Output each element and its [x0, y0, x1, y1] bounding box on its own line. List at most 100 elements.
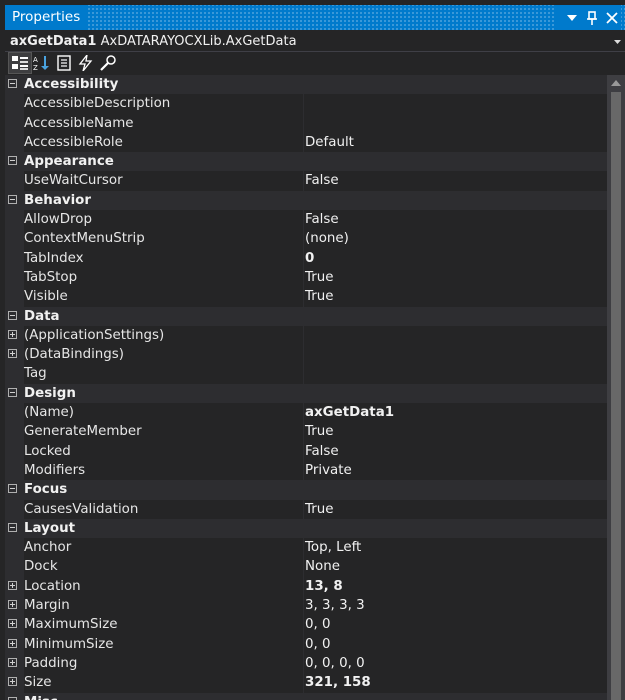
expand-icon[interactable]	[8, 580, 17, 590]
column-splitter[interactable]	[303, 345, 304, 365]
expand-icon[interactable]	[8, 600, 17, 610]
properties-icon[interactable]	[53, 53, 75, 73]
property-value[interactable]: False	[305, 171, 339, 190]
category-row[interactable]: Appearance	[5, 152, 607, 172]
column-splitter[interactable]	[303, 596, 304, 616]
category-row[interactable]: Behavior	[5, 190, 607, 211]
property-row[interactable]: AllowDrop False	[5, 210, 607, 230]
scroll-thumb[interactable]	[611, 92, 621, 700]
collapse-icon[interactable]	[8, 310, 17, 320]
column-splitter[interactable]	[303, 113, 304, 133]
property-row[interactable]: CausesValidation True	[5, 499, 607, 519]
property-value[interactable]: 0, 0, 0, 0	[305, 654, 365, 673]
chevron-down-icon[interactable]	[611, 31, 623, 52]
property-row[interactable]: UseWaitCursor False	[5, 171, 607, 191]
column-splitter[interactable]	[303, 171, 304, 191]
column-splitter[interactable]	[303, 287, 304, 307]
property-row[interactable]: MinimumSize 0, 0	[5, 634, 607, 654]
property-row[interactable]: ContextMenuStrip (none)	[5, 229, 607, 249]
property-value[interactable]: True	[305, 500, 333, 519]
collapse-icon[interactable]	[8, 387, 17, 397]
collapse-icon[interactable]	[8, 79, 17, 88]
column-splitter[interactable]	[303, 460, 304, 481]
property-value[interactable]: Top, Left	[305, 538, 361, 557]
property-row[interactable]: Visible True	[5, 287, 607, 307]
property-pages-icon[interactable]	[97, 53, 119, 73]
property-row[interactable]: Padding 0, 0, 0, 0	[5, 653, 607, 674]
column-splitter[interactable]	[303, 210, 304, 230]
column-splitter[interactable]	[303, 653, 304, 674]
property-row[interactable]: Dock None	[5, 557, 607, 577]
expand-icon[interactable]	[8, 619, 17, 629]
collapse-icon[interactable]	[8, 522, 17, 532]
property-row[interactable]: Locked False	[5, 441, 607, 461]
property-value[interactable]: True	[305, 422, 333, 441]
categorized-icon[interactable]	[8, 52, 32, 74]
collapse-icon[interactable]	[8, 696, 17, 700]
category-row[interactable]: Data	[5, 306, 607, 326]
property-value[interactable]: (none)	[305, 229, 349, 248]
column-splitter[interactable]	[303, 634, 304, 654]
expand-icon[interactable]	[8, 638, 17, 648]
property-value[interactable]: None	[305, 557, 340, 576]
property-value[interactable]: 3, 3, 3, 3	[305, 596, 365, 615]
collapse-icon[interactable]	[8, 156, 17, 166]
expand-icon[interactable]	[8, 349, 17, 359]
category-row[interactable]: Design	[5, 383, 607, 404]
collapse-icon[interactable]	[8, 484, 17, 494]
column-splitter[interactable]	[303, 557, 304, 577]
property-row[interactable]: (DataBindings)	[5, 345, 607, 365]
column-splitter[interactable]	[303, 325, 304, 346]
column-splitter[interactable]	[303, 441, 304, 461]
column-splitter[interactable]	[303, 576, 304, 597]
property-row[interactable]: AccessibleRole Default	[5, 132, 607, 153]
expand-icon[interactable]	[8, 657, 17, 667]
window-position-dropdown-icon[interactable]	[562, 8, 581, 27]
collapse-icon[interactable]	[8, 194, 17, 204]
property-value[interactable]: Private	[305, 461, 352, 480]
category-row[interactable]: Layout	[5, 518, 607, 539]
property-row[interactable]: Anchor Top, Left	[5, 538, 607, 558]
pin-icon[interactable]	[582, 8, 601, 27]
vertical-scrollbar[interactable]	[607, 75, 625, 700]
category-row[interactable]: Accessibility	[5, 75, 607, 95]
close-icon[interactable]	[602, 8, 621, 27]
property-value[interactable]: True	[305, 287, 333, 306]
events-icon[interactable]	[75, 53, 97, 73]
column-splitter[interactable]	[303, 229, 304, 249]
expand-icon[interactable]	[8, 677, 17, 687]
property-value[interactable]: True	[305, 268, 333, 287]
property-row[interactable]: Tag	[5, 364, 607, 384]
column-splitter[interactable]	[303, 499, 304, 519]
property-value[interactable]: 0, 0	[305, 615, 331, 634]
property-value[interactable]: 0	[305, 249, 314, 268]
property-row[interactable]: GenerateMember True	[5, 422, 607, 442]
property-row[interactable]: Margin 3, 3, 3, 3	[5, 596, 607, 616]
object-selector[interactable]: axGetData1 AxDATARAYOCXLib.AxGetData	[5, 31, 625, 52]
property-value[interactable]: 321, 158	[305, 673, 371, 692]
column-splitter[interactable]	[303, 248, 304, 268]
column-splitter[interactable]	[303, 267, 304, 288]
property-value[interactable]: False	[305, 442, 339, 461]
property-row[interactable]: Size 321, 158	[5, 673, 607, 693]
property-row[interactable]: TabStop True	[5, 267, 607, 288]
alphabetical-icon[interactable]: A Z	[31, 53, 53, 73]
column-splitter[interactable]	[303, 673, 304, 693]
property-row[interactable]: MaximumSize 0, 0	[5, 615, 607, 635]
column-splitter[interactable]	[303, 615, 304, 635]
column-splitter[interactable]	[303, 94, 304, 114]
property-row[interactable]: TabIndex 0	[5, 248, 607, 268]
property-value[interactable]: axGetData1	[305, 403, 394, 422]
property-value[interactable]: False	[305, 210, 339, 229]
column-splitter[interactable]	[303, 403, 304, 423]
property-value[interactable]: 0, 0	[305, 635, 331, 654]
property-row[interactable]: AccessibleName	[5, 113, 607, 133]
column-splitter[interactable]	[303, 538, 304, 558]
scroll-up-icon[interactable]	[611, 80, 621, 86]
column-splitter[interactable]	[303, 132, 304, 153]
category-row[interactable]: Misc	[5, 692, 607, 700]
property-row[interactable]: (Name) axGetData1	[5, 403, 607, 423]
category-row[interactable]: Focus	[5, 480, 607, 500]
property-row[interactable]: (ApplicationSettings)	[5, 325, 607, 346]
property-row[interactable]: AccessibleDescription	[5, 94, 607, 114]
